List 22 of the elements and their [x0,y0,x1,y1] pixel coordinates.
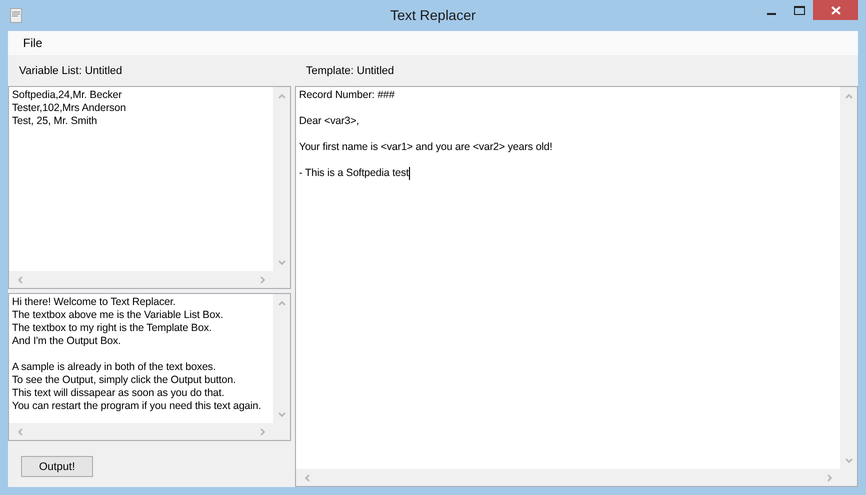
maximize-icon [794,6,804,14]
output-button[interactable]: Output! [21,456,93,477]
app-icon [10,8,22,23]
horizontal-scrollbar[interactable] [9,271,273,288]
vertical-scrollbar[interactable] [840,87,857,469]
scroll-left-icon[interactable] [15,426,25,436]
close-button[interactable] [813,0,858,20]
scroll-up-icon[interactable] [276,91,286,101]
vertical-scrollbar[interactable] [273,294,290,423]
close-icon [830,6,840,14]
scroll-up-icon[interactable] [844,91,854,101]
scroll-up-icon[interactable] [276,298,286,308]
horizontal-scrollbar[interactable] [9,423,273,440]
template-label: Template: Untitled [305,64,396,79]
menu-item[interactable]: File [18,34,48,52]
scroll-left-icon[interactable] [302,472,312,482]
minimize-icon [766,12,776,14]
window-title: Text Replacer [389,7,477,23]
horizontal-scrollbar[interactable] [296,469,840,486]
variable-list-label: Variable List: Untitled [18,64,124,79]
vertical-scrollbar[interactable] [273,87,290,271]
scroll-left-icon[interactable] [15,274,25,284]
